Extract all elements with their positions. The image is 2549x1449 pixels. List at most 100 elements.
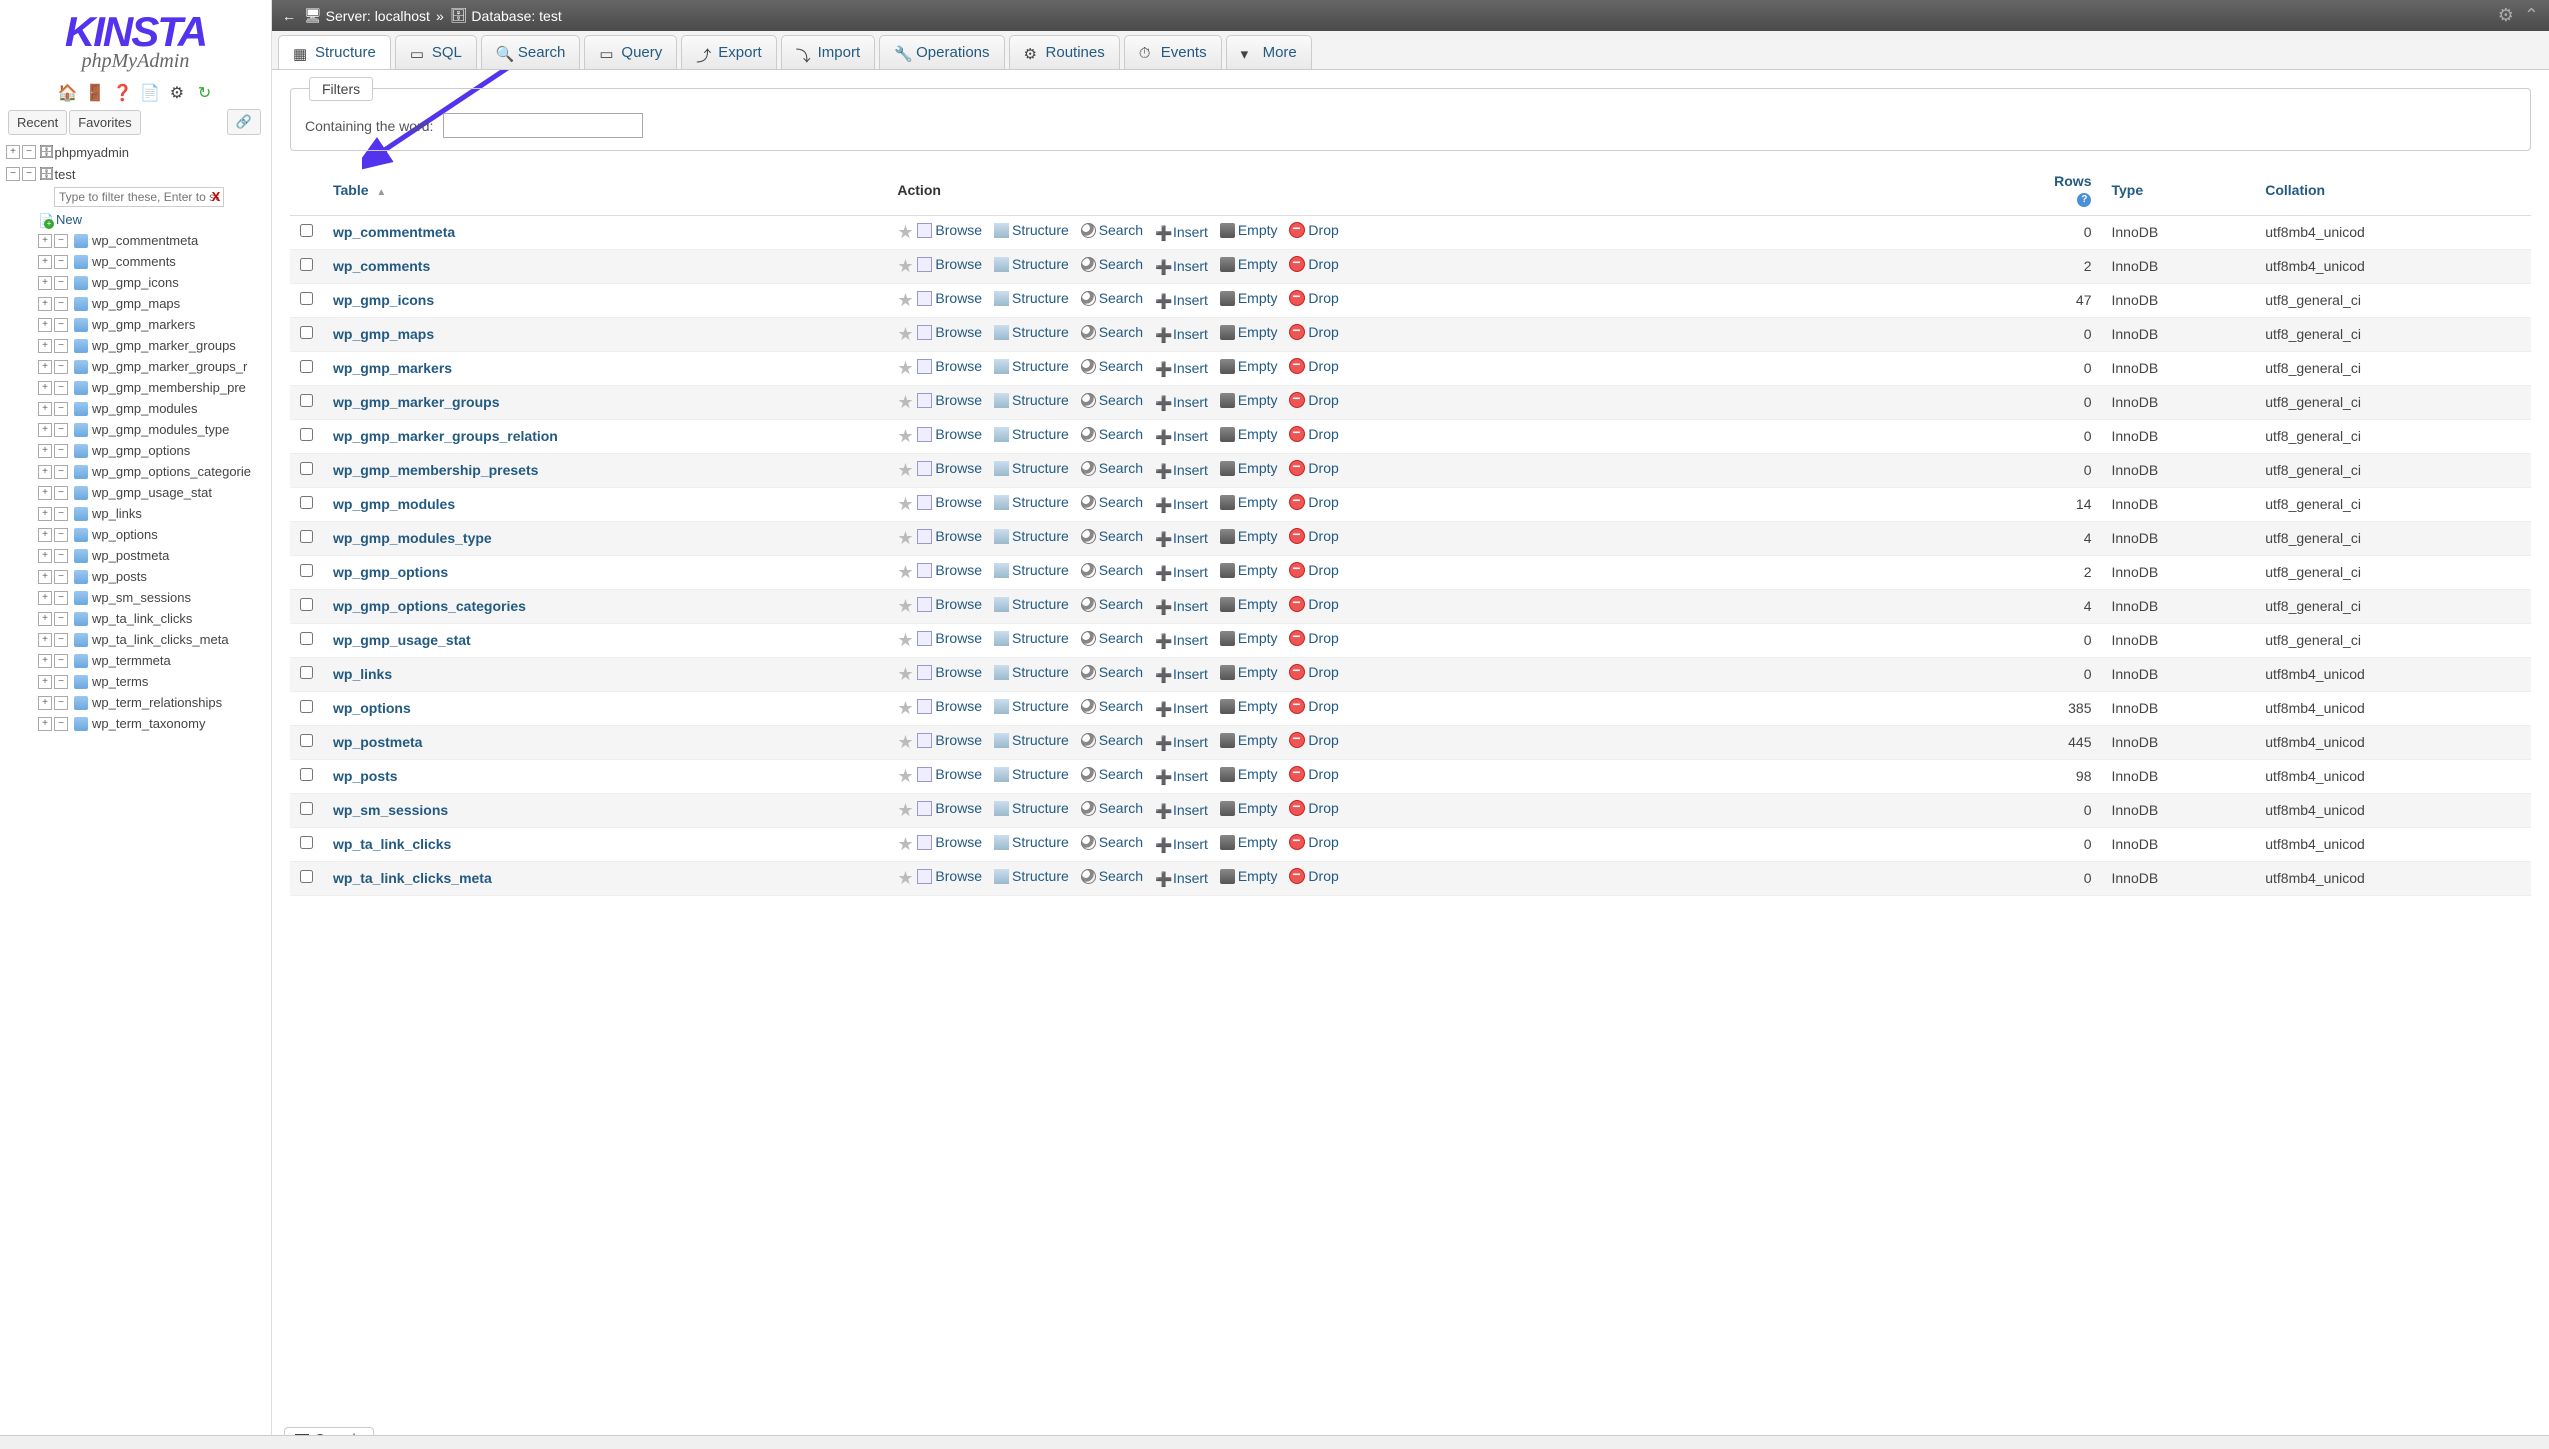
empty-link[interactable]: Empty (1220, 324, 1278, 340)
search-link[interactable]: Search (1081, 664, 1143, 680)
search-link[interactable]: Search (1081, 256, 1143, 272)
insert-link[interactable]: ➕Insert (1155, 632, 1208, 648)
clear-icon[interactable]: X (212, 189, 221, 204)
empty-link[interactable]: Empty (1220, 528, 1278, 544)
structure-link[interactable]: Structure (994, 358, 1069, 374)
drop-link[interactable]: Drop (1289, 460, 1338, 476)
expand-icon[interactable]: − (54, 507, 68, 521)
favorite-star-icon[interactable]: ★ (897, 494, 913, 514)
insert-link[interactable]: ➕Insert (1155, 326, 1208, 342)
search-link[interactable]: Search (1081, 800, 1143, 816)
expand-icon[interactable]: − (22, 167, 36, 181)
favorite-star-icon[interactable]: ★ (897, 562, 913, 582)
favorite-star-icon[interactable]: ★ (897, 324, 913, 344)
drop-link[interactable]: Drop (1289, 766, 1338, 782)
search-link[interactable]: Search (1081, 868, 1143, 884)
expand-icon[interactable]: − (54, 318, 68, 332)
tab-search[interactable]: 🔍Search (481, 35, 581, 69)
search-link[interactable]: Search (1081, 460, 1143, 476)
insert-link[interactable]: ➕Insert (1155, 598, 1208, 614)
tree-table[interactable]: +−wp_options (2, 524, 269, 545)
expand-icon[interactable]: + (38, 507, 52, 521)
empty-link[interactable]: Empty (1220, 732, 1278, 748)
drop-link[interactable]: Drop (1289, 392, 1338, 408)
expand-icon[interactable]: − (54, 423, 68, 437)
recent-button[interactable]: Recent (8, 110, 67, 135)
expand-icon[interactable]: + (38, 234, 52, 248)
row-checkbox[interactable] (300, 802, 313, 815)
expand-icon[interactable]: − (22, 145, 36, 159)
expand-icon[interactable]: + (38, 696, 52, 710)
empty-link[interactable]: Empty (1220, 868, 1278, 884)
tree-table[interactable]: +−wp_comments (2, 251, 269, 272)
tab-structure[interactable]: ▦Structure (278, 35, 391, 69)
empty-link[interactable]: Empty (1220, 392, 1278, 408)
expand-icon[interactable]: − (54, 255, 68, 269)
browse-link[interactable]: Browse (917, 698, 982, 714)
structure-link[interactable]: Structure (994, 834, 1069, 850)
drop-link[interactable]: Drop (1289, 256, 1338, 272)
expand-icon[interactable]: − (54, 570, 68, 584)
table-name-link[interactable]: wp_comments (333, 258, 430, 274)
structure-link[interactable]: Structure (994, 562, 1069, 578)
tree-new[interactable]: 📄 New (2, 209, 269, 230)
expand-icon[interactable]: + (38, 255, 52, 269)
drop-link[interactable]: Drop (1289, 698, 1338, 714)
table-name-link[interactable]: wp_gmp_options (333, 564, 448, 580)
table-name-link[interactable]: wp_posts (333, 768, 398, 784)
expand-icon[interactable]: − (54, 717, 68, 731)
row-checkbox[interactable] (300, 870, 313, 883)
row-checkbox[interactable] (300, 564, 313, 577)
gear-icon[interactable]: ⚙ (168, 83, 186, 101)
favorite-star-icon[interactable]: ★ (897, 664, 913, 684)
search-link[interactable]: Search (1081, 392, 1143, 408)
expand-icon[interactable]: − (54, 486, 68, 500)
table-name-link[interactable]: wp_postmeta (333, 734, 422, 750)
favorite-star-icon[interactable]: ★ (897, 868, 913, 888)
expand-icon[interactable]: − (54, 297, 68, 311)
favorite-star-icon[interactable]: ★ (897, 256, 913, 276)
insert-link[interactable]: ➕Insert (1155, 530, 1208, 546)
table-name-link[interactable]: wp_gmp_usage_stat (333, 632, 471, 648)
expand-icon[interactable]: − (54, 612, 68, 626)
insert-link[interactable]: ➕Insert (1155, 870, 1208, 886)
favorite-star-icon[interactable]: ★ (897, 358, 913, 378)
favorite-star-icon[interactable]: ★ (897, 630, 913, 650)
browse-link[interactable]: Browse (917, 392, 982, 408)
insert-link[interactable]: ➕Insert (1155, 496, 1208, 512)
tree-table[interactable]: +−wp_terms (2, 671, 269, 692)
expand-icon[interactable]: − (54, 234, 68, 248)
expand-icon[interactable]: + (38, 654, 52, 668)
horizontal-scrollbar[interactable] (0, 1435, 2549, 1449)
expand-icon[interactable]: − (54, 276, 68, 290)
expand-icon[interactable]: − (54, 444, 68, 458)
table-name-link[interactable]: wp_ta_link_clicks (333, 836, 451, 852)
structure-link[interactable]: Structure (994, 392, 1069, 408)
server-link[interactable]: localhost (375, 8, 430, 24)
tree-table[interactable]: +−wp_gmp_marker_groups_r (2, 356, 269, 377)
drop-link[interactable]: Drop (1289, 664, 1338, 680)
browse-link[interactable]: Browse (917, 800, 982, 816)
favorite-star-icon[interactable]: ★ (897, 596, 913, 616)
row-checkbox[interactable] (300, 258, 313, 271)
drop-link[interactable]: Drop (1289, 494, 1338, 510)
drop-link[interactable]: Drop (1289, 562, 1338, 578)
row-checkbox[interactable] (300, 292, 313, 305)
tree-table[interactable]: +−wp_gmp_usage_stat (2, 482, 269, 503)
row-checkbox[interactable] (300, 768, 313, 781)
drop-link[interactable]: Drop (1289, 596, 1338, 612)
empty-link[interactable]: Empty (1220, 426, 1278, 442)
expand-icon[interactable]: + (38, 465, 52, 479)
insert-link[interactable]: ➕Insert (1155, 224, 1208, 240)
tree-table[interactable]: +−wp_gmp_options_categorie (2, 461, 269, 482)
tree-table[interactable]: +−wp_ta_link_clicks_meta (2, 629, 269, 650)
search-link[interactable]: Search (1081, 766, 1143, 782)
tab-more[interactable]: ▾More (1226, 35, 1312, 69)
search-link[interactable]: Search (1081, 426, 1143, 442)
drop-link[interactable]: Drop (1289, 528, 1338, 544)
structure-link[interactable]: Structure (994, 630, 1069, 646)
row-checkbox[interactable] (300, 224, 313, 237)
tree-table[interactable]: +−wp_sm_sessions (2, 587, 269, 608)
tree-table[interactable]: +−wp_term_taxonomy (2, 713, 269, 734)
expand-icon[interactable]: + (38, 486, 52, 500)
